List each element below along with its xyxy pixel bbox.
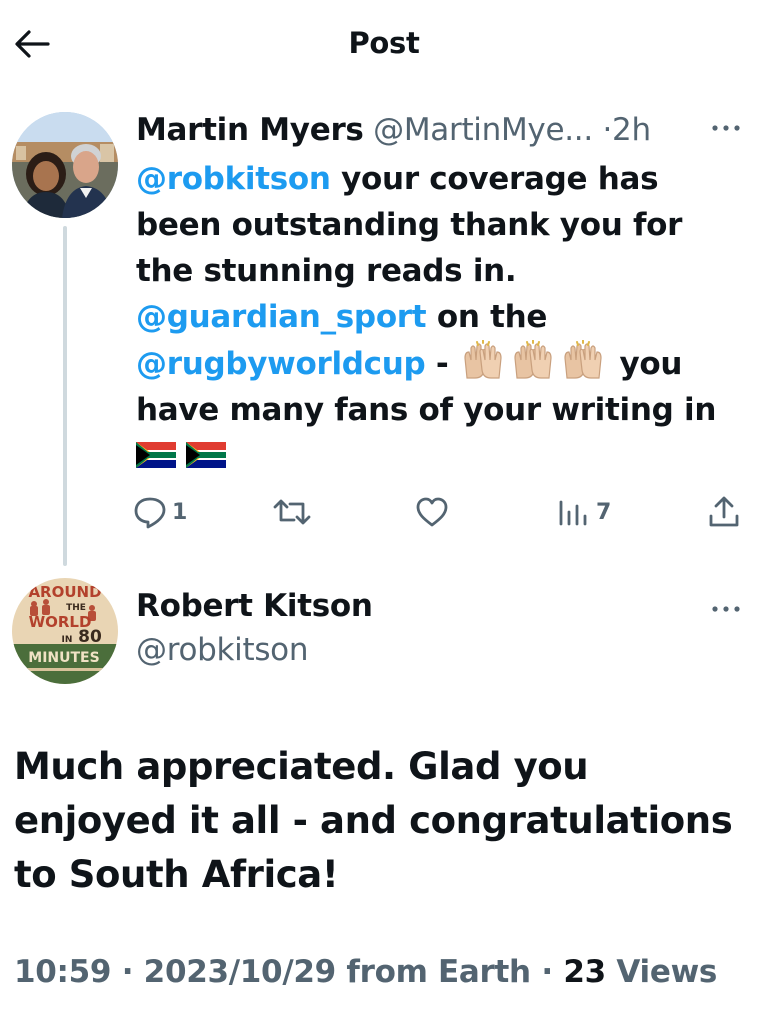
clapping-hands-icon (509, 339, 557, 380)
views-count: 7 (596, 499, 612, 525)
share-button[interactable] (706, 490, 742, 534)
like-button[interactable] (414, 490, 454, 534)
avatar-text: AROUND (28, 583, 101, 601)
main-more-button[interactable] (706, 594, 746, 624)
reply-author-handle[interactable]: @MartinMye... (373, 112, 593, 148)
views-button[interactable]: 7 (556, 490, 611, 534)
retweet-icon (273, 499, 311, 525)
avatar-text: 80 (78, 627, 102, 647)
views-icon (559, 500, 587, 526)
clapping-hands-icon (559, 339, 607, 380)
top-bar: Post (0, 0, 768, 90)
reply-more-button[interactable] (706, 113, 746, 143)
mention-robkitson[interactable]: @robkitson (136, 161, 331, 197)
more-icon (712, 125, 740, 131)
meta-separator: · (121, 954, 134, 990)
reply-action-bar: 1 7 (132, 490, 748, 534)
reply-separator: · (602, 112, 613, 148)
post-views-label[interactable]: Views (616, 954, 717, 990)
reply-count: 1 (172, 499, 188, 525)
avatar-text: MINUTES (28, 650, 99, 666)
reply-author-row: Martin Myers @MartinMye... ·2h (136, 110, 651, 150)
like-icon (416, 497, 448, 527)
retweet-button[interactable] (272, 490, 316, 534)
main-post-text: Much appreciated. Glad you enjoyed it al… (14, 745, 733, 896)
avatar-text: IN (62, 635, 73, 645)
avatar-text: THE (66, 603, 86, 613)
share-icon (709, 496, 739, 527)
reply-text-part: - (425, 346, 459, 382)
main-author-handle[interactable]: @robkitson (136, 632, 309, 668)
reply-text: @robkitson your coverage has been outsta… (136, 156, 746, 479)
reply-author-name[interactable]: Martin Myers (136, 112, 364, 148)
post-metadata: 10:59 · 2023/10/29 from Earth · 23 Views (14, 954, 717, 990)
mention-rugbyworldcup[interactable]: @rugbyworldcup (136, 346, 426, 382)
avatar-robert-kitson[interactable]: AROUND THE WORLD IN 80 MINUTES (12, 578, 118, 684)
avatar-martin-myers[interactable] (12, 112, 118, 218)
post-source: from Earth (346, 954, 531, 990)
post-views-count[interactable]: 23 (563, 954, 606, 990)
reply-icon (134, 497, 166, 529)
mention-guardian-sport[interactable]: @guardian_sport (136, 299, 427, 335)
south-africa-flag-icon (186, 435, 226, 468)
thread-connector-line (63, 226, 67, 566)
page-title: Post (348, 26, 420, 60)
reply-text-part: on the (426, 299, 548, 335)
reply-time[interactable]: 2h (612, 112, 651, 148)
meta-separator: · (541, 954, 553, 990)
reply-button[interactable]: 1 (132, 490, 187, 534)
south-africa-flag-icon (136, 435, 176, 468)
main-author-name[interactable]: Robert Kitson (136, 588, 373, 624)
more-icon (712, 606, 740, 612)
post-time[interactable]: 10:59 (14, 954, 111, 990)
clapping-hands-icon (459, 339, 507, 380)
post-date[interactable]: 2023/10/29 (144, 954, 337, 990)
